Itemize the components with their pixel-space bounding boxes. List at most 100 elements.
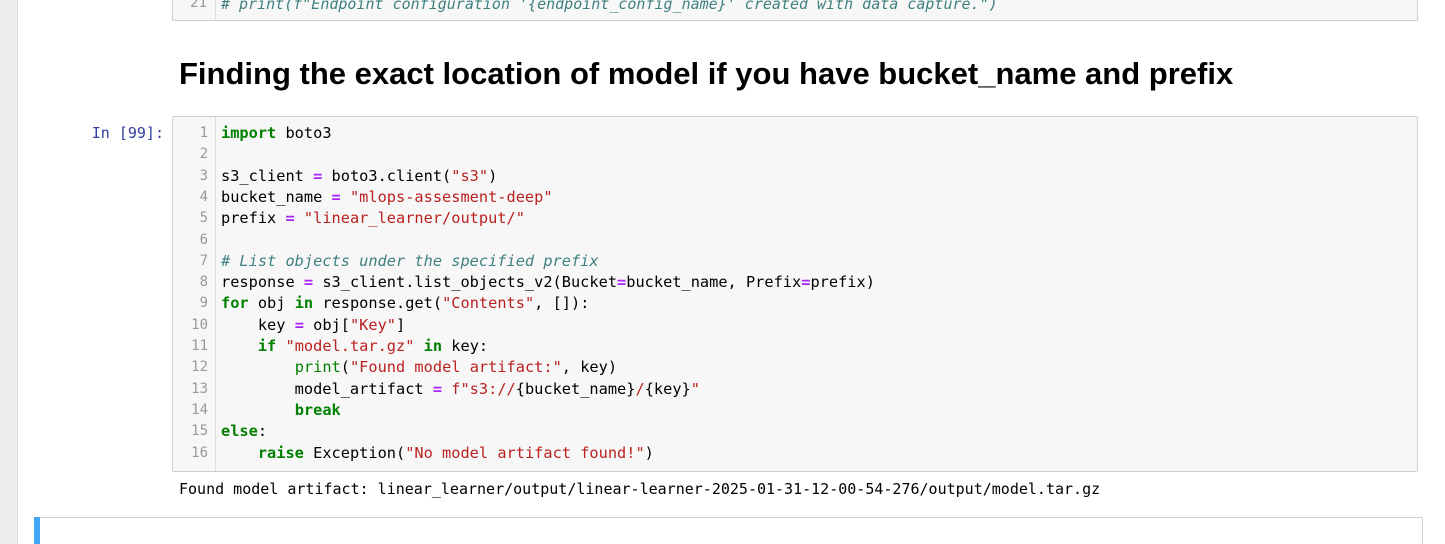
line-number: 2: [199, 146, 208, 163]
line-number-gutter: 1 2 3 4 5 6 7 8 9 10 11 12 13 14 15 16: [173, 117, 216, 471]
code-token: "Key": [349, 315, 397, 334]
code-token: f"s3://: [451, 379, 516, 398]
code-token: print: [294, 358, 341, 377]
cell-output: Found model artifact: linear_learner/out…: [179, 480, 1101, 498]
code-token: (: [340, 358, 350, 377]
line-number: 21: [190, 0, 207, 11]
code-token: Exception(: [303, 443, 406, 462]
line-number: 9: [199, 295, 208, 312]
code-line: raise Exception("No model artifact found…: [221, 443, 654, 464]
code-line: import boto3: [221, 123, 332, 144]
code-token: s3_client: [221, 166, 314, 185]
code-token: "Found model artifact:": [349, 358, 562, 377]
code-line: if "model.tar.gz" in key:: [221, 336, 488, 357]
line-number-gutter: 21: [173, 0, 216, 20]
code-token: bucket_name, Prefix: [626, 273, 802, 292]
code-token: {bucket_name}: [515, 379, 636, 398]
code-token: in: [294, 294, 314, 313]
code-line: bucket_name = "mlops-assesment-deep": [221, 187, 553, 208]
code-token: ]: [396, 315, 406, 334]
code-line: model_artifact = f"s3://{bucket_name}/{k…: [221, 379, 700, 400]
selected-cell-indicator: [34, 517, 40, 544]
code-token: =: [303, 273, 314, 292]
code-cell-editor[interactable]: 1 2 3 4 5 6 7 8 9 10 11 12 13 14 15 16 import boto3 s3_c…: [172, 116, 1418, 472]
code-token: model_artifact: [221, 379, 433, 398]
code-line: break: [221, 400, 341, 421]
code-token: "s3": [451, 166, 489, 185]
code-token: response.get(: [313, 294, 443, 313]
code-token: boto3: [276, 124, 332, 142]
line-number: 5: [199, 210, 208, 227]
code-token: key: [221, 315, 295, 334]
code-token: bucket_name: [221, 187, 332, 206]
line-number: 8: [199, 274, 208, 291]
code-token: in: [423, 337, 443, 355]
code-token: :: [257, 422, 268, 441]
code-token: "mlops-assesment-deep": [349, 187, 553, 206]
code-token: if: [257, 337, 277, 355]
code-token: =: [285, 209, 295, 228]
code-token: ): [644, 443, 654, 462]
code-token: , key): [561, 358, 618, 377]
line-number: 4: [199, 188, 208, 205]
code-token: # List objects under the specified prefi…: [221, 251, 599, 270]
code-line: s3_client = boto3.client("s3"): [221, 166, 497, 187]
line-number: 13: [191, 380, 208, 397]
line-number: 7: [199, 252, 208, 269]
code-token: response: [221, 273, 304, 292]
code-token: =: [294, 315, 304, 334]
code-token: ): [488, 166, 498, 185]
code-token: {key}: [644, 379, 691, 398]
line-number: 12: [191, 359, 208, 376]
code-token: raise: [257, 443, 304, 462]
code-line: response = s3_client.list_objects_v2(Buc…: [221, 272, 875, 293]
code-token: key:: [442, 337, 489, 355]
code-line: else:: [221, 421, 267, 442]
code-line: print("Found model artifact:", key): [221, 357, 617, 378]
code-token: =: [432, 379, 443, 398]
markdown-heading: Finding the exact location of model if y…: [179, 56, 1234, 91]
code-token: import: [221, 124, 277, 142]
code-line: prefix = "linear_learner/output/": [221, 208, 525, 229]
code-token: /: [635, 379, 645, 398]
code-line: for obj in response.get("Contents", []):: [221, 293, 589, 314]
code-token: , []):: [534, 294, 590, 313]
code-token: ": [690, 379, 700, 398]
code-token: obj: [248, 294, 295, 313]
code-token: break: [294, 400, 341, 419]
code-token: "linear_learner/output/": [303, 209, 525, 228]
code-line: key = obj["Key"]: [221, 315, 405, 336]
code-token: for: [221, 294, 249, 313]
previous-code-cell[interactable]: 21 # print(f"Endpoint configuration '{en…: [172, 0, 1418, 21]
notebook-panel: 21 # print(f"Endpoint configuration '{en…: [17, 0, 1445, 544]
code-token: obj[: [303, 315, 350, 334]
input-prompt: In [99]:: [91, 124, 164, 142]
line-number: 15: [191, 423, 208, 440]
line-number: 6: [199, 231, 208, 248]
code-token: "model.tar.gz": [285, 337, 415, 355]
line-number: 10: [191, 316, 208, 333]
code-token: "Contents": [442, 294, 535, 313]
code-token: s3_client.list_objects_v2(Bucket: [313, 273, 618, 292]
line-number: 16: [191, 444, 208, 461]
line-number: 3: [199, 167, 208, 184]
line-number: 11: [191, 338, 208, 354]
code-token: "No model artifact found!": [405, 443, 645, 462]
line-number: 14: [191, 401, 208, 418]
code-token: prefix): [810, 273, 875, 292]
code-token: boto3.client(: [322, 166, 452, 185]
code-token: =: [313, 166, 323, 185]
code-line: # print(f"Endpoint configuration '{endpo…: [221, 0, 998, 13]
next-code-cell[interactable]: [34, 517, 1423, 544]
code-token: else: [221, 422, 258, 441]
code-line: # List objects under the specified prefi…: [221, 251, 599, 272]
code-token: =: [331, 187, 341, 206]
code-token: =: [617, 273, 627, 292]
code-token: prefix: [221, 209, 286, 228]
